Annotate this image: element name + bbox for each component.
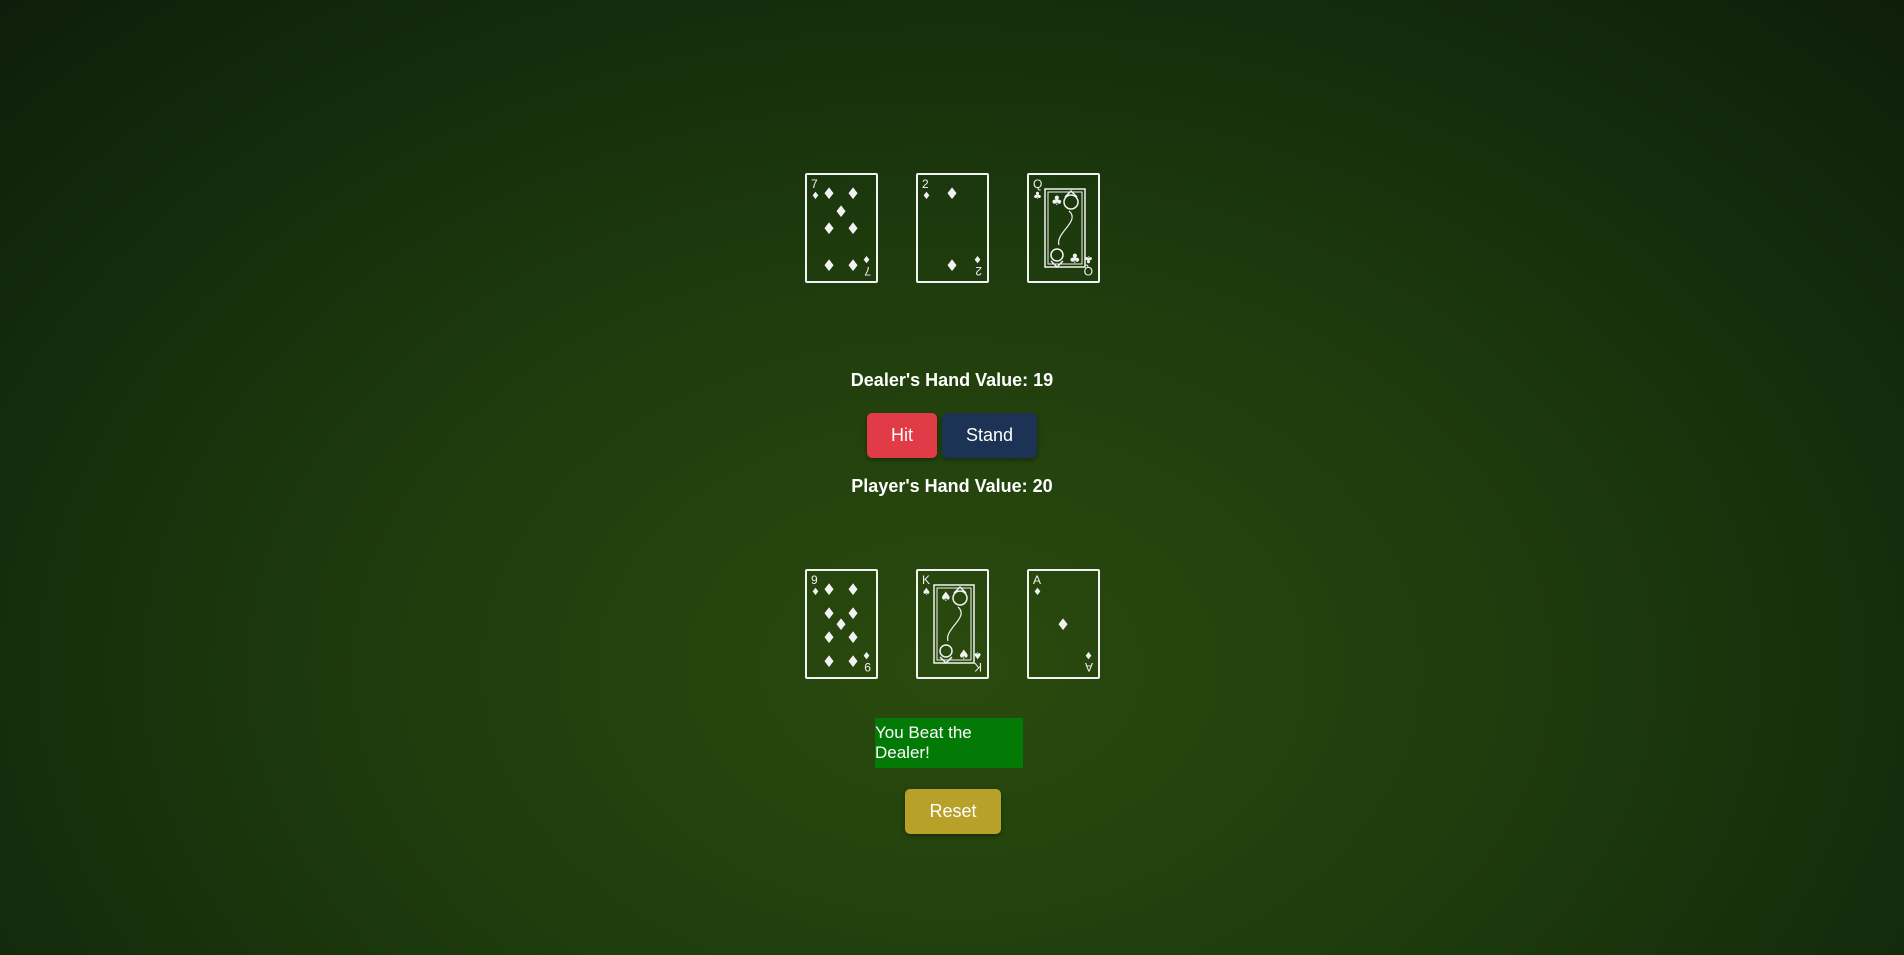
card-rank: 2 <box>922 177 929 191</box>
diamonds-icon: ♦ <box>811 191 820 202</box>
diamonds-pip-icon: ♦ <box>845 580 859 599</box>
reset-button[interactable]: Reset <box>905 789 1001 834</box>
result-banner: You Beat the Dealer! <box>875 718 1023 768</box>
spades-icon: ♠ <box>940 590 952 605</box>
diamonds-icon: ♦ <box>811 587 820 598</box>
clubs-icon: ♣ <box>1051 194 1063 209</box>
diamonds-pip-icon: ♦ <box>821 219 835 238</box>
diamonds-pip-icon: ♦ <box>944 184 958 203</box>
card-rank: 9 <box>811 573 818 587</box>
dealer-card-3: Q ♣ Q ♣ ♣ ♣ <box>1026 173 1100 283</box>
stand-button[interactable]: Stand <box>942 413 1037 458</box>
card-rank: K <box>922 573 930 587</box>
diamonds-pip-icon: ♦ <box>845 628 859 647</box>
player-hand-value: Player's Hand Value: 20 <box>851 476 1053 496</box>
hit-button[interactable]: Hit <box>867 413 937 458</box>
dealer-hand-value: Dealer's Hand Value: 19 <box>850 370 1054 390</box>
card-face: 2♦2♦♦♦ <box>922 177 982 278</box>
card-rank: A <box>1033 573 1041 587</box>
diamonds-pip-icon: ♦ <box>821 184 835 203</box>
card-rank: 9 <box>864 660 871 674</box>
player-hand: 9 ♦ 9 ♦ ♦ ♦ ♦ ♦ ♦ ♦ ♦ ♦ ♦ K ♠ K ♠ ♠ ♠ A ♦ A ♦ ♦ <box>0 569 1904 679</box>
blackjack-table: 7 ♦ 7 ♦ ♦ ♦ ♦ ♦ ♦ ♦ ♦ 2 ♦ 2 ♦ ♦ ♦ Q ♣ Q ♣ ♣ ♣ Dealer's Hand … <box>0 0 1904 955</box>
diamonds-pip-icon: ♦ <box>845 256 859 275</box>
card-rank: K <box>973 660 981 674</box>
diamonds-icon: ♦ <box>1033 587 1042 598</box>
player-card-2: K ♠ K ♠ ♠ ♠ <box>915 569 989 679</box>
face-figure-icon <box>951 590 968 606</box>
diamonds-icon: ♦ <box>862 649 871 660</box>
diamonds-pip-icon: ♦ <box>1055 615 1069 634</box>
diamonds-pip-icon: ♦ <box>845 184 859 203</box>
diamonds-pip-icon: ♦ <box>821 628 835 647</box>
spades-icon: ♠ <box>958 648 970 663</box>
card-face: Q♣Q♣♣♣ <box>1033 177 1093 278</box>
diamonds-pip-icon: ♦ <box>845 219 859 238</box>
diamonds-pip-icon: ♦ <box>944 256 958 275</box>
card-face: K♠K♠♠♠ <box>922 573 982 674</box>
diamonds-icon: ♦ <box>862 253 871 264</box>
action-controls: Hit Stand <box>0 413 1904 458</box>
card-face: 7♦7♦♦ ♦♦♦ ♦♦ ♦ <box>811 177 871 278</box>
player-card-3: A ♦ A ♦ ♦ <box>1026 569 1100 679</box>
diamonds-icon: ♦ <box>973 253 982 264</box>
card-face: A♦A♦♦ <box>1033 573 1093 674</box>
dealer-hand: 7 ♦ 7 ♦ ♦ ♦ ♦ ♦ ♦ ♦ ♦ 2 ♦ 2 ♦ ♦ ♦ Q ♣ Q ♣ ♣ ♣ <box>0 173 1904 283</box>
diamonds-pip-icon: ♦ <box>821 580 835 599</box>
card-face: 9♦9♦♦ ♦♦ ♦♦♦ ♦♦ ♦ <box>811 573 871 674</box>
dealer-card-2: 2 ♦ 2 ♦ ♦ ♦ <box>915 173 989 283</box>
reset-container: Reset <box>0 789 1904 834</box>
diamonds-pip-icon: ♦ <box>821 652 835 671</box>
diamonds-pip-icon: ♦ <box>845 652 859 671</box>
player-card-1: 9 ♦ 9 ♦ ♦ ♦ ♦ ♦ ♦ ♦ ♦ ♦ ♦ <box>804 569 878 679</box>
card-rank: A <box>1084 660 1092 674</box>
card-rank: Q <box>1033 177 1042 191</box>
clubs-icon: ♣ <box>1033 191 1042 202</box>
dealer-card-1: 7 ♦ 7 ♦ ♦ ♦ ♦ ♦ ♦ ♦ ♦ <box>804 173 878 283</box>
card-rank: 2 <box>975 264 982 278</box>
spades-icon: ♠ <box>922 587 931 598</box>
card-rank: 7 <box>811 177 818 191</box>
face-figure-icon <box>1062 194 1079 210</box>
clubs-icon: ♣ <box>1069 252 1081 267</box>
card-rank: 7 <box>864 264 871 278</box>
diamonds-pip-icon: ♦ <box>821 256 835 275</box>
diamonds-icon: ♦ <box>1084 649 1093 660</box>
diamonds-icon: ♦ <box>922 191 931 202</box>
